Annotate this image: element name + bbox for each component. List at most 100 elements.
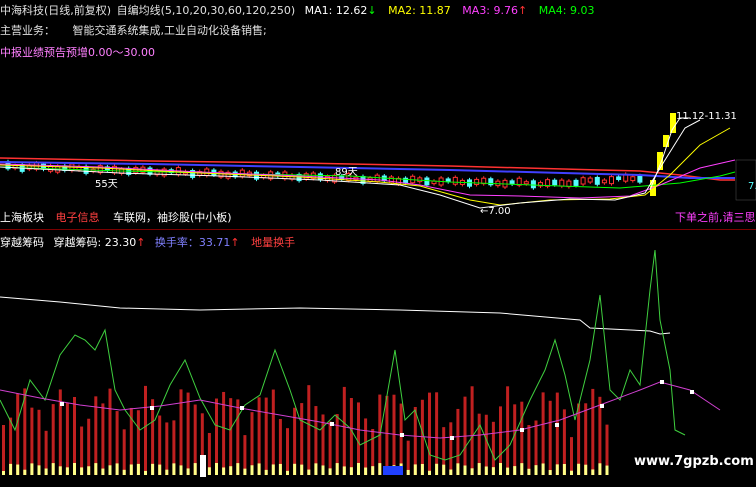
volume-bar xyxy=(570,437,573,475)
volume-bar xyxy=(555,392,559,475)
volume-bar xyxy=(44,468,48,475)
volume-bar xyxy=(30,463,34,475)
candle xyxy=(538,180,543,188)
volume-bar xyxy=(58,466,62,475)
volume-bar xyxy=(314,463,318,475)
volume-bar xyxy=(470,386,474,475)
candle xyxy=(609,174,614,186)
volume-bars xyxy=(2,385,609,477)
volume-bar xyxy=(250,465,254,475)
volume-bar xyxy=(293,463,297,475)
volume-bar xyxy=(328,468,332,475)
volume-bar xyxy=(108,388,112,475)
volume-bar xyxy=(442,464,446,475)
price-chart[interactable] xyxy=(0,0,756,230)
volume-bar xyxy=(165,469,169,475)
volume-bar xyxy=(271,464,275,475)
volume-bar xyxy=(151,463,155,475)
caution-note: 下单之前,请三思! xyxy=(675,211,756,224)
volume-bar xyxy=(484,466,488,475)
volume-bar xyxy=(51,463,55,475)
volume-bar xyxy=(491,421,495,475)
candle xyxy=(190,168,196,180)
high-annotation: 11.12-11.31 xyxy=(676,111,737,122)
volume-bar xyxy=(555,464,559,475)
volume-bar xyxy=(44,430,48,475)
volume-bar xyxy=(278,463,282,475)
volume-bar xyxy=(428,470,431,475)
volume-bar xyxy=(598,396,602,475)
candle xyxy=(474,177,480,187)
volume-bar xyxy=(364,418,368,475)
volume-bar xyxy=(200,455,206,477)
volume-bar xyxy=(286,470,289,475)
volume-bar xyxy=(406,469,410,475)
candle xyxy=(360,174,366,186)
volume-bar xyxy=(598,463,602,475)
indicator-chart[interactable] xyxy=(0,230,756,487)
volume-bar xyxy=(342,386,346,475)
volume-bar xyxy=(449,422,453,475)
volume-bar xyxy=(420,463,424,475)
right-axis-label: 7. xyxy=(748,181,756,192)
candle xyxy=(481,176,487,186)
day89-label: 89天 xyxy=(335,167,358,178)
volume-bar xyxy=(87,466,91,475)
volume-bar xyxy=(513,466,517,475)
volume-bar xyxy=(385,395,389,475)
candle xyxy=(225,170,231,181)
volume-bar xyxy=(591,469,595,475)
volume-bar xyxy=(2,425,5,475)
candle xyxy=(488,176,494,187)
white-chip-line xyxy=(0,296,671,335)
volume-bar xyxy=(300,464,304,475)
volume-bar xyxy=(491,467,495,475)
volume-bar xyxy=(73,463,76,475)
volume-bar xyxy=(548,400,552,475)
volume-bar xyxy=(215,463,218,475)
volume-bar xyxy=(591,388,595,475)
candle xyxy=(530,178,536,190)
sector-tag[interactable]: 电子信息 xyxy=(56,211,100,224)
volume-bar xyxy=(605,465,609,475)
candle xyxy=(559,178,565,189)
volume-bar xyxy=(357,463,360,475)
volume-bar xyxy=(101,468,105,475)
volume-bar xyxy=(129,464,133,475)
volume-bar xyxy=(108,465,112,475)
volume-bar xyxy=(435,392,439,475)
volume-bar xyxy=(420,399,424,475)
volume-bar xyxy=(527,425,531,475)
volume-bar xyxy=(435,463,439,475)
right-edge-box xyxy=(735,159,756,201)
volume-bar xyxy=(541,463,545,475)
volume-bar xyxy=(115,463,119,475)
volume-bar xyxy=(506,386,510,475)
volume-bar xyxy=(229,398,233,475)
volume-bar xyxy=(207,467,211,475)
volume-bar xyxy=(144,385,147,475)
candle xyxy=(545,177,551,189)
volume-bar xyxy=(328,421,332,475)
volume-bar xyxy=(513,404,517,475)
volume-bar xyxy=(527,468,531,475)
volume-bar xyxy=(413,464,417,475)
candle xyxy=(431,179,437,186)
volume-bar xyxy=(16,393,20,475)
volume-bar xyxy=(264,397,268,475)
candle xyxy=(616,174,622,182)
candle xyxy=(580,175,586,187)
volume-bar xyxy=(165,422,169,475)
volume-bar xyxy=(186,468,190,475)
volume-bar xyxy=(463,465,467,475)
volume-bar xyxy=(193,463,197,475)
volume-bar xyxy=(499,463,502,475)
volume-bar xyxy=(65,402,69,475)
volume-bar xyxy=(584,464,588,475)
volume-bar xyxy=(548,470,552,475)
volume-bar xyxy=(158,464,162,475)
volume-bar xyxy=(577,463,581,475)
volume-bar xyxy=(371,466,375,475)
volume-bar xyxy=(101,403,105,475)
volume-bar xyxy=(449,469,453,475)
